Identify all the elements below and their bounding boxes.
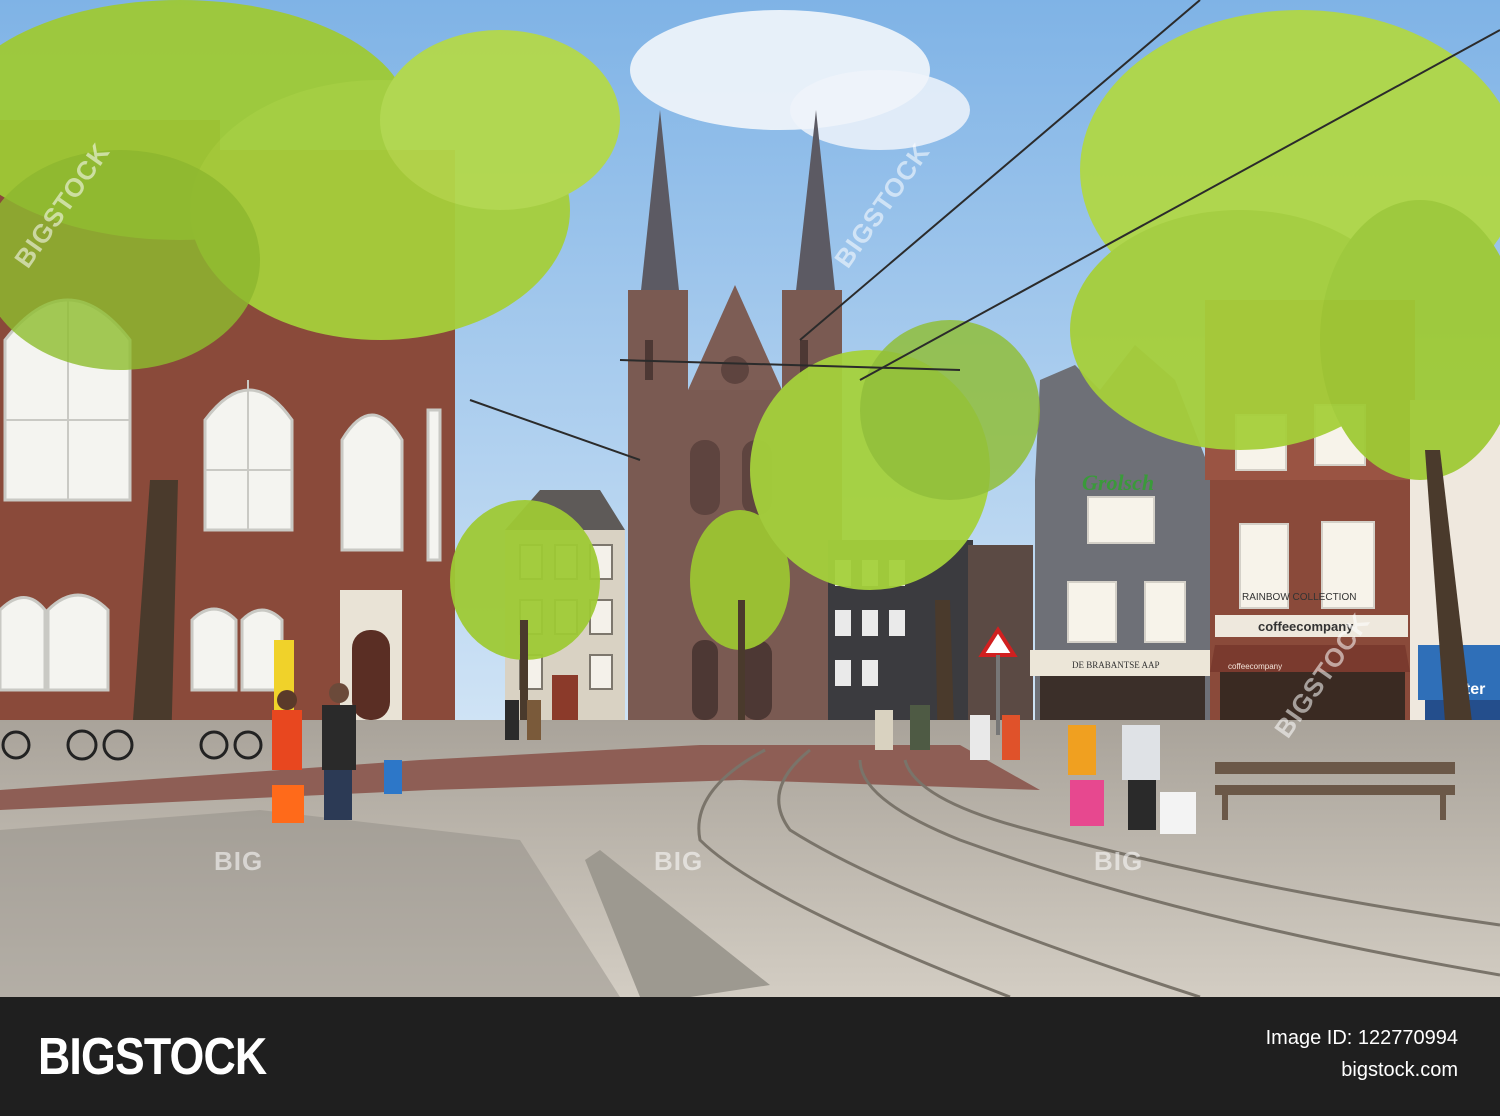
big-watermark: BIG xyxy=(654,846,704,876)
rainbow-collection-sign: RAINBOW COLLECTION xyxy=(1242,592,1356,603)
stock-info-bar: BIGSTOCK Image ID: 122770994 bigstock.co… xyxy=(0,997,1500,1116)
bigstock-logo: BIGSTOCK xyxy=(38,1028,267,1086)
site-url: bigstock.com xyxy=(1341,1059,1458,1081)
stock-photo-frame: Grolsch RAINBOW COLLECTION coffeecompany… xyxy=(0,0,1500,1116)
grolsch-sign: Grolsch xyxy=(1082,470,1154,495)
big-watermark: BIG xyxy=(1094,846,1144,876)
coffeecompany-awning-text: coffeecompany xyxy=(1228,662,1282,671)
big-watermark: BIG xyxy=(214,846,264,876)
image-id-label: Image ID: 122770994 xyxy=(1265,1027,1458,1049)
brabantse-aap-sign: DE BRABANTSE AAP xyxy=(1072,660,1160,670)
